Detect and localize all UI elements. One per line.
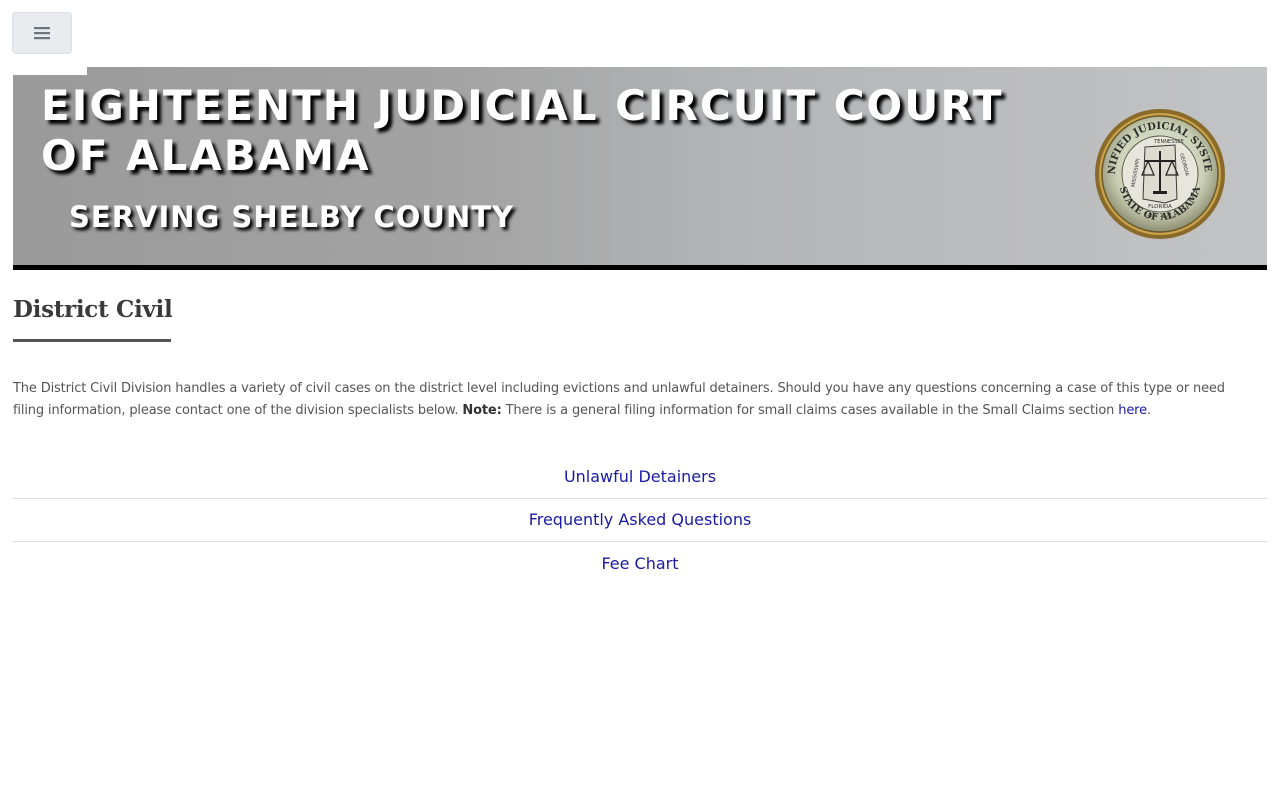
heading-underline — [13, 339, 171, 342]
note-label: Note: — [462, 403, 502, 418]
intro-paragraph: The District Civil Division handles a va… — [13, 378, 1253, 422]
list-item: Fee Chart — [13, 542, 1267, 586]
unlawful-detainers-link[interactable]: Unlawful Detainers — [564, 467, 716, 486]
seal-florida-label: FLORIDA — [1148, 204, 1172, 210]
page-title: District Civil — [13, 296, 173, 323]
banner-notch — [13, 67, 87, 75]
note-text: There is a general filing information fo… — [505, 403, 1115, 418]
header-banner: EIGHTEENTH JUDICIAL CIRCUIT COURT OF ALA… — [13, 67, 1267, 270]
intro-period: . — [1146, 403, 1151, 418]
seal-year: A.D. 1971 — [1148, 213, 1173, 219]
division-links-list: Unlawful Detainers Frequently Asked Ques… — [13, 455, 1267, 586]
list-item: Unlawful Detainers — [13, 455, 1267, 499]
site-title: EIGHTEENTH JUDICIAL CIRCUIT COURT OF ALA… — [41, 81, 1004, 180]
site-subtitle: SERVING SHELBY COUNTY — [69, 200, 515, 234]
here-link[interactable]: here — [1118, 403, 1147, 418]
fee-chart-link[interactable]: Fee Chart — [601, 554, 678, 573]
court-seal-logo: UNIFIED JUDICIAL SYSTEM STATE OF ALABAMA… — [1093, 107, 1225, 239]
seal-tennessee-label: TENNESSEE — [1153, 139, 1184, 145]
list-item: Frequently Asked Questions — [13, 499, 1267, 542]
menu-toggle-button[interactable] — [12, 12, 72, 54]
faq-link[interactable]: Frequently Asked Questions — [529, 510, 752, 529]
hamburger-icon — [34, 27, 50, 40]
